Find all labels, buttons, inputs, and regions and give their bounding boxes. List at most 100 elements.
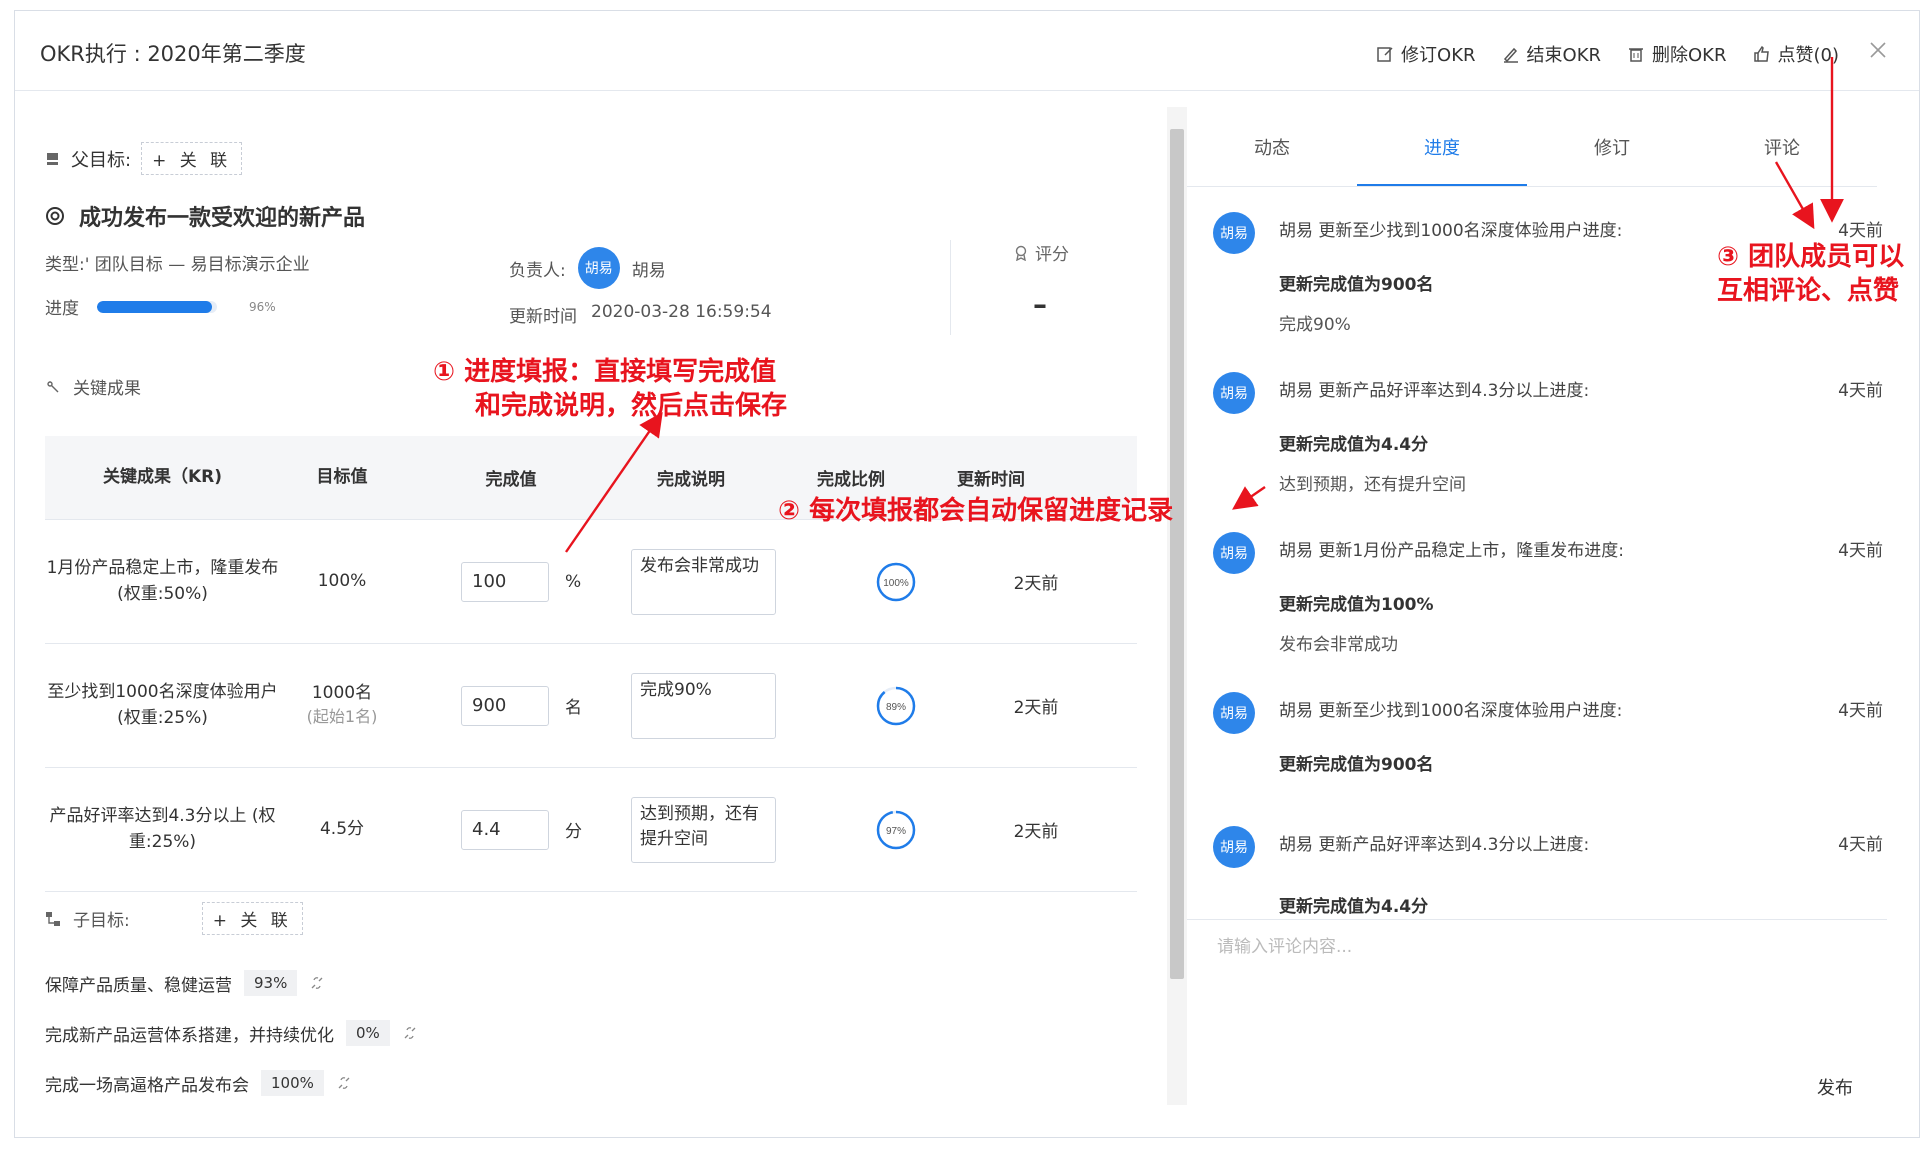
tab-progress[interactable]: 进度 (1357, 92, 1527, 186)
table-row: 至少找到1000名深度体验用户 (权重:25%) 1000名 (起始1名) 90… (45, 644, 1137, 768)
note-input[interactable]: 完成90% (631, 672, 776, 739)
ratio-text: 100% (883, 578, 909, 589)
feed-line: 胡易 更新产品好评率达到4.3分以上进度: (1279, 835, 1590, 855)
child-goals-list: 保障产品质量、稳健运营 93% 完成新产品运营体系搭建，并持续优化 0% 完成一… (45, 958, 418, 1108)
parent-goal-label: 父目标: (71, 149, 132, 171)
unit: % (565, 571, 582, 592)
close-icon[interactable] (1865, 37, 1891, 63)
kr-target: 4.5分 (288, 818, 396, 842)
annotation-1-line2: 和完成说明，然后点击保存 (475, 390, 788, 421)
unit: 名 (565, 698, 582, 718)
feed-time: 4天前 (1838, 221, 1883, 241)
divider (950, 240, 951, 335)
note-input[interactable]: 发布会非常成功 (631, 548, 776, 615)
scroll-thumb[interactable] (1170, 129, 1184, 979)
objective-title-row: 成功发布一款受欢迎的新产品 (45, 200, 365, 232)
hierarchy-icon (46, 911, 60, 926)
ratio-ring-svg: 89% (876, 686, 916, 725)
feed-time: 4天前 (1838, 541, 1883, 561)
list-item: 胡易 胡易 更新至少找到1000名深度体验用户进度: 4天前 更新完成值为900… (1213, 692, 1883, 826)
progress-percent: 96% (249, 299, 276, 314)
annotation-3: ③ 团队成员可以 互相评论、点赞 (1717, 241, 1904, 309)
score-button[interactable]: 评分 (1013, 240, 1069, 265)
list-item[interactable]: 完成新产品运营体系搭建，并持续优化 0% (45, 1008, 418, 1058)
kr-name: 1月份产品稳定上市，隆重发布 (权重:50%) (46, 558, 279, 604)
child-goal-percent: 93% (244, 970, 298, 996)
trash-icon (1629, 48, 1644, 62)
col-time: 更新时间 (957, 470, 1025, 490)
revise-okr-label: 修订OKR (1401, 45, 1476, 66)
kr-name: 产品好评率达到4.3分以上 (权重:25%) (49, 806, 276, 852)
link-parent-button[interactable]: + 关 联 (141, 142, 243, 175)
annotation-3-line2: 互相评论、点赞 (1717, 275, 1900, 306)
annotation-1: ① 进度填报：直接填写完成值 和完成说明，然后点击保存 (433, 356, 787, 424)
owner-name: 胡易 (631, 260, 666, 281)
feed-line: 胡易 更新至少找到1000名深度体验用户进度: (1279, 221, 1623, 241)
avatar: 胡易 (1213, 372, 1255, 414)
avatar: 胡易 (577, 247, 620, 289)
tab-comments[interactable]: 评论 (1697, 92, 1867, 186)
tab-revisions[interactable]: 修订 (1527, 92, 1697, 186)
feed-update: 更新完成值为100% (1279, 595, 1434, 615)
pen-icon (1503, 47, 1518, 63)
feed-update: 更新完成值为4.4分 (1279, 435, 1429, 455)
feed-time: 4天前 (1838, 381, 1883, 401)
col-target: 目标值 (316, 466, 368, 487)
feed-time: 4天前 (1838, 701, 1883, 721)
progress-feed: 胡易 胡易 更新至少找到1000名深度体验用户进度: 4天前 更新完成值为900… (1213, 212, 1883, 896)
kr-target-value: 1000名 (311, 683, 373, 704)
child-goal-name: 完成新产品运营体系搭建，并持续优化 (45, 1025, 334, 1046)
scrollbar[interactable] (1167, 107, 1187, 1105)
publish-button[interactable]: 发布 (1817, 1074, 1853, 1100)
unlink-icon[interactable] (336, 1075, 352, 1091)
feed-note: 完成90% (1279, 315, 1351, 335)
kr-done: 900 名 (461, 685, 621, 726)
modal-title: OKR执行 : 2020年第二季度 (40, 42, 306, 66)
note-input[interactable]: 达到预期，还有提升空间 (631, 796, 776, 863)
avatar: 胡易 (1213, 532, 1255, 574)
annotation-1-line1: ① 进度填报：直接填写完成值 (433, 357, 777, 387)
update-time-label: 更新时间 (509, 307, 577, 327)
ratio-ring: 97% (836, 808, 956, 852)
end-okr-button[interactable]: 结束OKR (1502, 41, 1601, 67)
feed-update: 更新完成值为900名 (1279, 755, 1434, 775)
table-row: 1月份产品稳定上市，隆重发布 (权重:50%) 100% 100 % 发布会非常… (45, 520, 1137, 644)
list-item[interactable]: 完成一场高逼格产品发布会 100% (45, 1058, 418, 1108)
kr-time: 2天前 (1013, 822, 1059, 842)
update-time: 更新时间 2020-03-28 16:59:54 (509, 302, 772, 327)
child-goal-percent: 100% (261, 1070, 324, 1096)
edit-icon (1377, 47, 1393, 62)
comment-input[interactable]: 请输入评论内容... (1217, 932, 1352, 957)
delete-okr-button[interactable]: 删除OKR (1627, 41, 1727, 67)
feed-line: 胡易 更新至少找到1000名深度体验用户进度: (1279, 701, 1623, 721)
list-item: 胡易 胡易 更新1月份产品稳定上市，隆重发布进度: 4天前 更新完成值为100%… (1213, 532, 1883, 692)
feed-note: 发布会非常成功 (1279, 635, 1398, 655)
revise-okr-button[interactable]: 修订OKR (1376, 41, 1476, 67)
avatar: 胡易 (1213, 826, 1255, 868)
header-actions: 修订OKR 结束OKR 删除OKR 点赞(0) (1376, 41, 1839, 67)
like-button[interactable]: 点赞(0) (1753, 41, 1839, 67)
annotation-2: ② 每次填报都会自动保留进度记录 (778, 496, 1174, 526)
feed-line: 胡易 更新1月份产品稳定上市，隆重发布进度: (1279, 541, 1624, 561)
unlink-icon[interactable] (309, 975, 325, 991)
annotation-3-line1: ③ 团队成员可以 (1717, 242, 1905, 272)
kr-name: 至少找到1000名深度体验用户 (权重:25%) (47, 682, 278, 728)
list-item: 胡易 胡易 更新产品好评率达到4.3分以上进度: 4天前 更新完成值为4.4分 … (1213, 372, 1883, 532)
feed-line: 胡易 更新产品好评率达到4.3分以上进度: (1279, 381, 1590, 401)
done-input[interactable]: 900 (461, 685, 549, 726)
unlink-icon[interactable] (402, 1025, 418, 1041)
medal-icon (1015, 245, 1027, 261)
ratio-text: 97% (886, 826, 906, 837)
done-input[interactable]: 4.4 (461, 809, 549, 850)
flag-icon (47, 152, 58, 165)
done-input[interactable]: 100 (461, 561, 549, 602)
child-goal-name: 完成一场高逼格产品发布会 (45, 1075, 249, 1096)
objective-title: 成功发布一款受欢迎的新产品 (79, 206, 366, 231)
kr-time: 2天前 (1013, 574, 1059, 594)
kr-target-value: 100% (317, 570, 367, 591)
list-item[interactable]: 保障产品质量、稳健运营 93% (45, 958, 418, 1008)
objective-progress: 进度 96% (45, 294, 276, 319)
tab-activity[interactable]: 动态 (1187, 92, 1357, 186)
modal-header: OKR执行 : 2020年第二季度 修订OKR 结束OKR 删除OKR 点赞(0… (15, 11, 1919, 91)
link-child-button[interactable]: + 关 联 (201, 902, 303, 935)
